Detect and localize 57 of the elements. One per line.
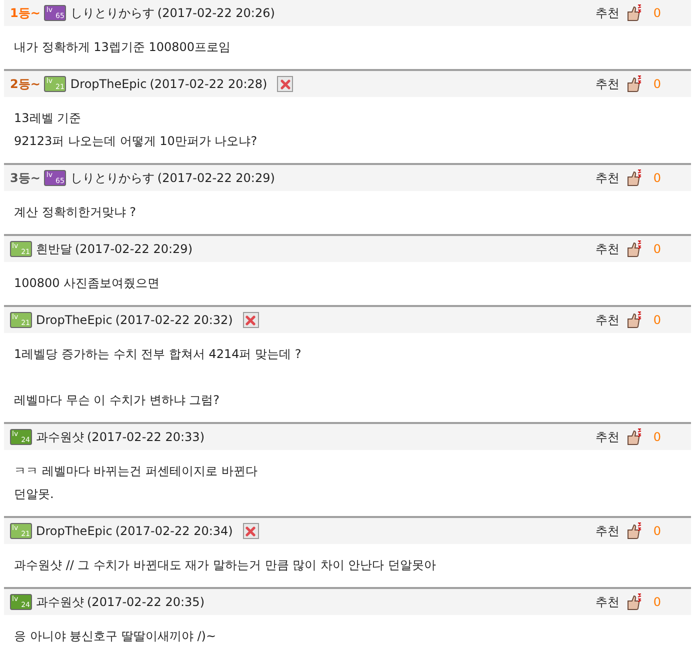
recommend-count: 0 bbox=[653, 595, 661, 609]
rank-label: 2등~ bbox=[10, 76, 40, 92]
comment-time: (2017-02-22 20:35) bbox=[87, 595, 204, 609]
thumbs-up-icon[interactable] bbox=[625, 522, 644, 540]
delete-icon[interactable] bbox=[242, 312, 259, 328]
comment-text: 응 아니야 븅신호구 딸딸이새끼야 /)~ bbox=[14, 628, 218, 645]
recommend-count: 0 bbox=[653, 313, 661, 327]
comment-text: 레벨마다 무슨 이 수치가 변하냐 그럼? bbox=[14, 392, 220, 409]
recommend-label: 추천 bbox=[595, 240, 620, 258]
rank-label: 3등~ bbox=[10, 170, 40, 186]
recommend-count: 0 bbox=[653, 430, 661, 444]
author-name[interactable]: DropTheEpic bbox=[70, 77, 147, 91]
thumbs-up-icon[interactable] bbox=[625, 428, 644, 446]
author-name[interactable]: 흰반달 bbox=[36, 240, 72, 258]
comment-time: (2017-02-22 20:26) bbox=[157, 6, 275, 20]
thumbs-up-icon[interactable] bbox=[625, 311, 644, 329]
author-name[interactable]: しりとりからす bbox=[70, 4, 154, 22]
author-name[interactable]: DropTheEpic bbox=[36, 313, 112, 327]
thumbs-up-icon[interactable] bbox=[625, 593, 644, 611]
comment-text: 계산 정확히한거맞냐 ? bbox=[14, 204, 137, 221]
recommend-label: 추천 bbox=[595, 428, 620, 446]
comment-text: 과수원샷 // 그 수치가 바뀐대도 재가 말하는거 만큼 많이 차이 안난다 던알못아 bbox=[14, 557, 438, 574]
comment-text: 13레벨 기준 bbox=[14, 110, 82, 127]
comment-time: (2017-02-22 20:29) bbox=[75, 242, 192, 256]
recommend-label: 추천 bbox=[595, 522, 620, 540]
recommend-count: 0 bbox=[653, 77, 661, 91]
author-name[interactable]: しりとりからす bbox=[70, 170, 154, 186]
comment-text: 1레벨당 증가하는 수치 전부 합쳐서 4214퍼 맞는데 ? bbox=[14, 346, 302, 363]
comment-time: (2017-02-22 20:34) bbox=[115, 524, 233, 538]
comment-text: ㅋㅋ 레벨마다 바뀌는건 퍼센테이지로 바뀐다 bbox=[14, 463, 258, 480]
recommend-label: 추천 bbox=[595, 4, 620, 22]
author-name[interactable]: 과수원샷 bbox=[36, 594, 84, 610]
recommend-count: 0 bbox=[653, 171, 661, 185]
thumbs-up-icon[interactable] bbox=[625, 169, 644, 187]
comment-text: 92123퍼 나오는데 어떻게 10만퍼가 나오냐? bbox=[14, 133, 258, 150]
author-name[interactable]: DropTheEpic bbox=[36, 524, 112, 538]
comment-text: 내가 정확하게 13렙기준 100800프로임 bbox=[14, 39, 232, 56]
thumbs-up-icon[interactable] bbox=[625, 75, 644, 93]
comment-text: 던알못. bbox=[14, 486, 55, 503]
rank-label: 1등~ bbox=[10, 4, 40, 22]
recommend-label: 추천 bbox=[595, 76, 620, 92]
delete-icon[interactable] bbox=[277, 76, 294, 92]
recommend-count: 0 bbox=[653, 6, 661, 20]
recommend-label: 추천 bbox=[595, 594, 620, 610]
comment-time: (2017-02-22 20:28) bbox=[150, 77, 268, 91]
recommend-count: 0 bbox=[653, 242, 661, 256]
author-name[interactable]: 과수원샷 bbox=[36, 428, 84, 446]
recommend-count: 0 bbox=[653, 524, 661, 538]
comment-time: (2017-02-22 20:33) bbox=[87, 430, 204, 444]
delete-icon[interactable] bbox=[242, 523, 259, 539]
comment-time: (2017-02-22 20:29) bbox=[157, 171, 275, 185]
comment-time: (2017-02-22 20:32) bbox=[115, 313, 233, 327]
thumbs-up-icon[interactable] bbox=[625, 240, 644, 258]
recommend-label: 추천 bbox=[595, 312, 620, 328]
thumbs-up-icon[interactable] bbox=[625, 4, 644, 22]
comment-text: 100800 사진좀보여줬으면 bbox=[14, 275, 161, 292]
recommend-label: 추천 bbox=[595, 170, 620, 186]
